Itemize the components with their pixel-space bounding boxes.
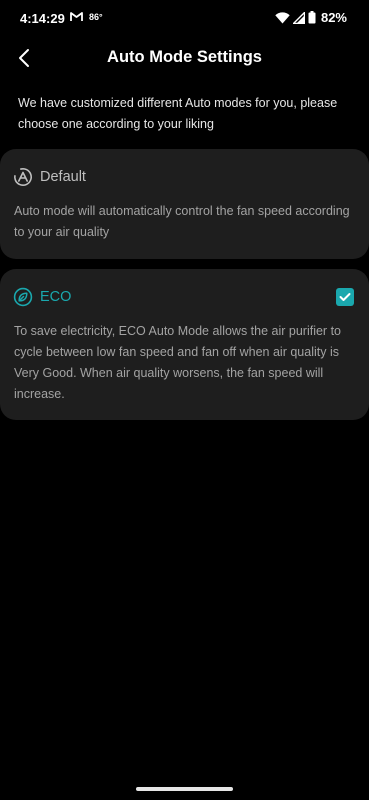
mode-description: To save electricity, ECO Auto Mode allow… xyxy=(14,324,341,401)
mode-description: Auto mode will automatically control the… xyxy=(14,204,350,239)
status-temperature: 86° xyxy=(89,12,103,22)
mode-card-header: ECO xyxy=(13,287,71,307)
wifi-icon xyxy=(275,11,290,23)
auto-mode-icon xyxy=(14,168,32,186)
status-indicators: 82% xyxy=(275,10,347,25)
eco-selected-checkbox[interactable] xyxy=(336,288,354,306)
gmail-icon xyxy=(70,12,83,21)
intro-text: We have customized different Auto modes … xyxy=(18,96,338,131)
eco-leaf-icon xyxy=(13,287,33,307)
mode-title: Default xyxy=(40,169,86,185)
mode-title: ECO xyxy=(40,289,72,305)
home-indicator[interactable] xyxy=(136,787,233,791)
checkmark-icon xyxy=(339,293,351,301)
mode-card-default[interactable]: Default Auto mode will automatically con… xyxy=(0,149,369,259)
header: Auto Mode Settings xyxy=(0,36,369,80)
signal-icon xyxy=(292,11,305,24)
battery-percentage: 82% xyxy=(320,10,347,25)
status-bar: 4:14:29 86° 82% xyxy=(0,0,369,36)
mode-card-eco[interactable]: ECO To save electricity, ECO Auto Mode a… xyxy=(0,269,369,420)
battery-icon xyxy=(308,11,316,24)
page-title: Auto Mode Settings xyxy=(107,48,262,66)
mode-card-header: Default xyxy=(13,167,86,187)
status-time: 4:14:29 xyxy=(20,11,65,26)
